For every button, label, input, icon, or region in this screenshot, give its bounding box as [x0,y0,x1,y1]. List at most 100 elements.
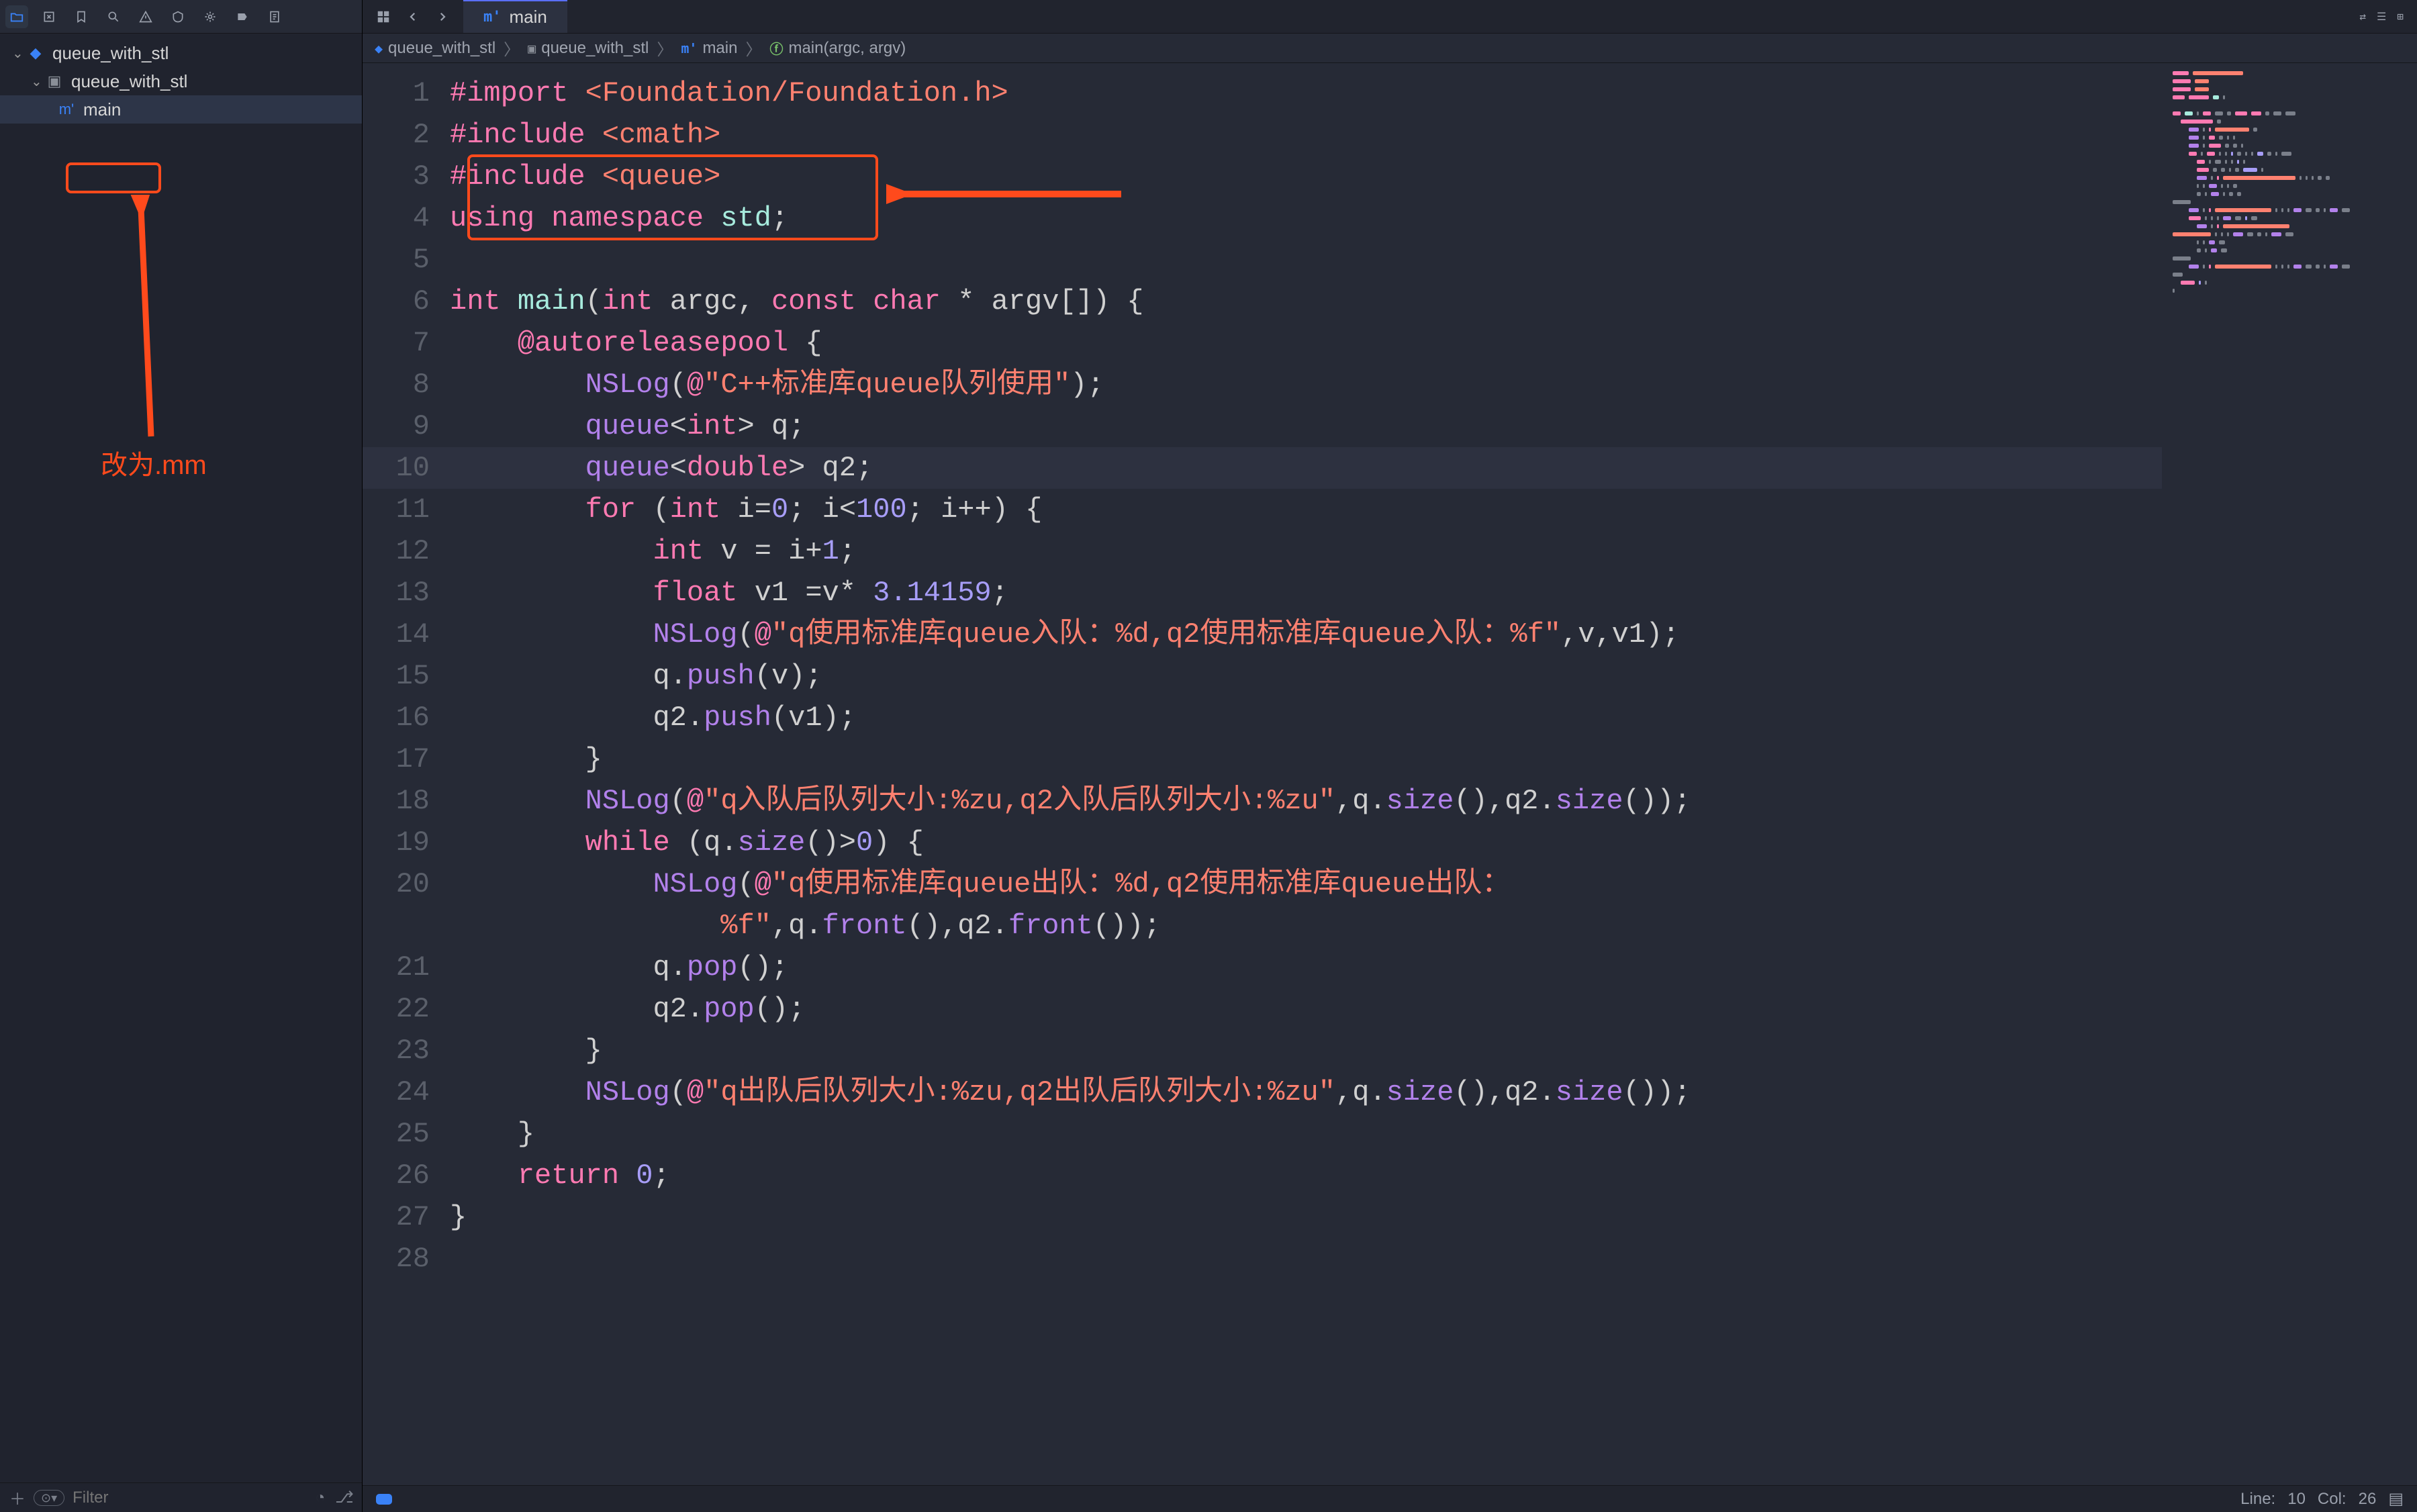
debug-navigator-icon[interactable] [199,5,222,28]
code-line[interactable]: 15 q.push(v); [363,655,2162,697]
code-content[interactable]: NSLog(@"q入队后队列大小:%zu,q2入队后队列大小:%zu",q.si… [450,780,2162,822]
code-line[interactable]: 13 float v1 =v* 3.14159; [363,572,2162,614]
code-content[interactable]: using namespace std; [450,197,2162,239]
tests-navigator-icon[interactable] [167,5,189,28]
project-navigator-icon[interactable] [5,5,28,28]
scm-filter-icon[interactable]: ⎇ [336,1490,352,1506]
code-line[interactable]: 10 queue<double> q2; [363,447,2162,489]
code-content[interactable]: %f",q.front(),q2.front()); [450,905,2162,947]
breadcrumb-item[interactable]: queue_with_stl [541,39,649,58]
forward-icon[interactable] [431,5,454,28]
code-line[interactable]: 18 NSLog(@"q入队后队列大小:%zu,q2入队后队列大小:%zu",q… [363,780,2162,822]
code-content[interactable]: NSLog(@"C++标准库queue队列使用"); [450,364,2162,406]
tab-main[interactable]: m' main [463,0,567,33]
code-line[interactable]: 23 } [363,1030,2162,1072]
code-line[interactable]: 8 NSLog(@"C++标准库queue队列使用"); [363,364,2162,406]
file-name: main [83,99,121,120]
code-content[interactable]: int main(int argc, const char * argv[]) … [450,281,2162,322]
code-line[interactable]: 17 } [363,739,2162,780]
status-col-value: 26 [2359,1490,2377,1509]
code-line[interactable]: 20 NSLog(@"q使用标准库queue出队：%d,q2使用标准库queue… [363,863,2162,905]
navigator-iconbar [0,0,362,34]
gutter: 16 [363,697,450,739]
code-line[interactable]: 16 q2.push(v1); [363,697,2162,739]
code-line[interactable]: 12 int v = i+1; [363,530,2162,572]
report-navigator-icon[interactable] [263,5,286,28]
code-line[interactable]: 5 [363,239,2162,281]
project-row[interactable]: ⌄ ◆ queue_with_stl [0,39,362,67]
search-navigator-icon[interactable] [102,5,125,28]
back-icon[interactable] [401,5,424,28]
code-content[interactable]: } [450,1030,2162,1072]
code-content[interactable]: for (int i=0; i<100; i++) { [450,489,2162,530]
code-line[interactable]: 7 @autoreleasepool { [363,322,2162,364]
code-line[interactable]: 22 q2.pop(); [363,988,2162,1030]
code-line[interactable]: 27} [363,1196,2162,1238]
source-control-icon[interactable] [38,5,60,28]
code-line[interactable]: %f",q.front(),q2.front()); [363,905,2162,947]
adjust-editor-icon[interactable]: ☰ [2377,10,2386,23]
code-content[interactable]: NSLog(@"q出队后队列大小:%zu,q2出队后队列大小:%zu",q.si… [450,1072,2162,1113]
code-line[interactable]: 19 while (q.size()>0) { [363,822,2162,863]
minimap[interactable] [2162,63,2417,1485]
code-content[interactable]: queue<double> q2; [450,447,2162,489]
code-content[interactable]: q2.pop(); [450,988,2162,1030]
code-content[interactable]: while (q.size()>0) { [450,822,2162,863]
gutter: 24 [363,1072,450,1113]
filter-scope-pill[interactable]: ⊙▾ [34,1490,64,1506]
code-line[interactable]: 26 return 0; [363,1155,2162,1196]
clock-icon[interactable]: ◔ [312,1490,328,1506]
related-items-icon[interactable] [372,5,395,28]
code-content[interactable]: } [450,1113,2162,1155]
file-row-main[interactable]: m' main [0,95,362,124]
code-content[interactable]: float v1 =v* 3.14159; [450,572,2162,614]
breakpoint-navigator-icon[interactable] [231,5,254,28]
code-content[interactable]: q.pop(); [450,947,2162,988]
code-line[interactable]: 2#include <cmath> [363,114,2162,156]
code-content[interactable]: NSLog(@"q使用标准库queue出队：%d,q2使用标准库queue出队： [450,863,2162,905]
breadcrumb-item[interactable]: queue_with_stl [388,39,495,58]
breadcrumb[interactable]: ◆ queue_with_stl 〉 ▣ queue_with_stl 〉 m'… [363,34,2417,63]
code-content[interactable]: q.push(v); [450,655,2162,697]
file-icon: m' [483,9,502,26]
function-icon: ⓕ [769,38,783,58]
code-content[interactable]: return 0; [450,1155,2162,1196]
add-editor-icon[interactable]: ⊞ [2397,10,2404,23]
breadcrumb-item[interactable]: main(argc, argv) [788,39,906,58]
breadcrumb-item[interactable]: main [702,39,737,58]
code-line[interactable]: 28 [363,1238,2162,1280]
issues-navigator-icon[interactable] [134,5,157,28]
code-line[interactable]: 21 q.pop(); [363,947,2162,988]
code-content[interactable]: #include <queue> [450,156,2162,197]
outline-icon[interactable]: ▤ [2388,1489,2404,1509]
code-content[interactable]: NSLog(@"q使用标准库queue入队：%d,q2使用标准库queue入队：… [450,614,2162,655]
code-content[interactable]: @autoreleasepool { [450,322,2162,364]
code-line[interactable]: 11 for (int i=0; i<100; i++) { [363,489,2162,530]
code-line[interactable]: 25 } [363,1113,2162,1155]
file-tree[interactable]: ⌄ ◆ queue_with_stl ⌄ ▣ queue_with_stl m'… [0,34,362,1482]
code-line[interactable]: 4using namespace std; [363,197,2162,239]
code-content[interactable]: int v = i+1; [450,530,2162,572]
bookmark-navigator-icon[interactable] [70,5,93,28]
gutter: 28 [363,1238,450,1280]
code-content[interactable]: #import <Foundation/Foundation.h> [450,73,2162,114]
code-content[interactable]: } [450,739,2162,780]
filter-input[interactable] [73,1489,304,1507]
folder-row[interactable]: ⌄ ▣ queue_with_stl [0,67,362,95]
code-line[interactable]: 1#import <Foundation/Foundation.h> [363,73,2162,114]
code-line[interactable]: 3#include <queue> [363,156,2162,197]
code-line[interactable]: 6int main(int argc, const char * argv[])… [363,281,2162,322]
code-content[interactable]: } [450,1196,2162,1238]
refresh-icon[interactable]: ⇄ [2359,10,2366,23]
add-icon[interactable]: ＋ [9,1490,26,1506]
disclosure-icon[interactable]: ⌄ [12,45,26,62]
code-line[interactable]: 14 NSLog(@"q使用标准库queue入队：%d,q2使用标准库queue… [363,614,2162,655]
code-line[interactable]: 9 queue<int> q; [363,406,2162,447]
status-indicator-icon[interactable] [376,1494,392,1505]
code-content[interactable]: q2.push(v1); [450,697,2162,739]
disclosure-icon[interactable]: ⌄ [31,73,44,90]
code-content[interactable]: #include <cmath> [450,114,2162,156]
code-content[interactable]: queue<int> q; [450,406,2162,447]
code-line[interactable]: 24 NSLog(@"q出队后队列大小:%zu,q2出队后队列大小:%zu",q… [363,1072,2162,1113]
code-editor[interactable]: 1#import <Foundation/Foundation.h>2#incl… [363,63,2162,1485]
